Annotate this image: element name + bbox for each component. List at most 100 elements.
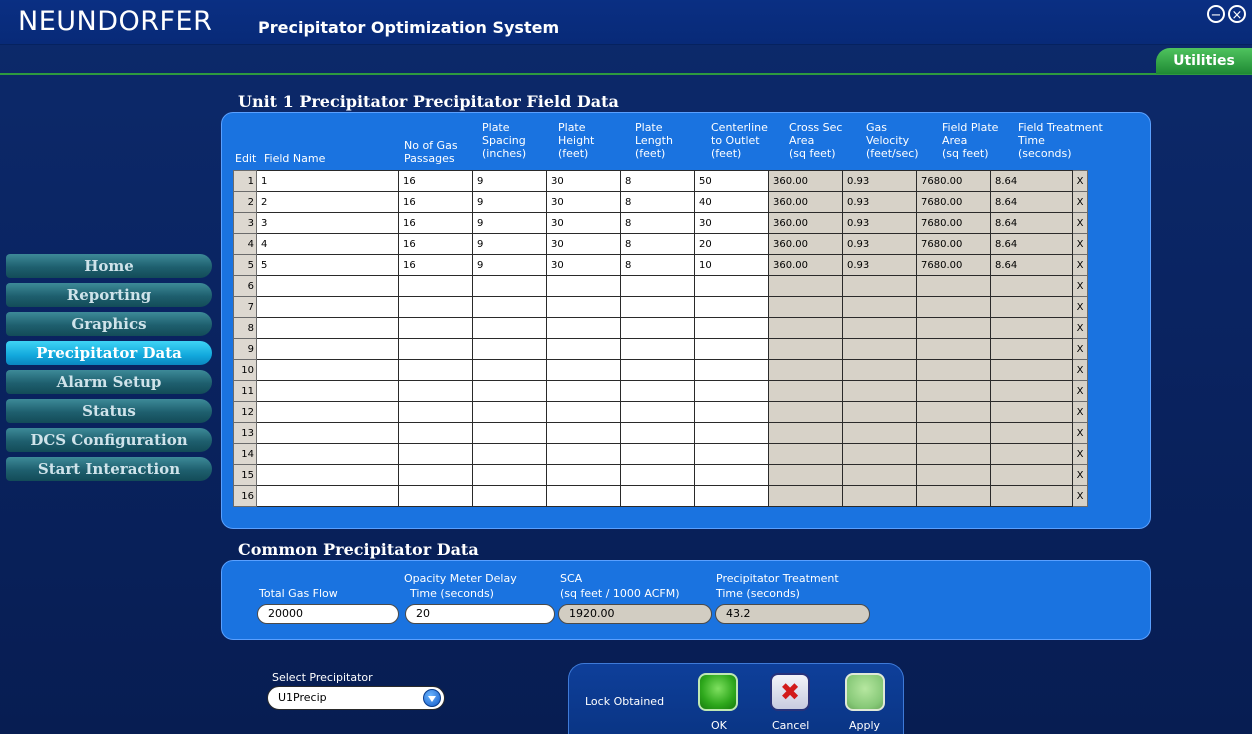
cell-name[interactable] <box>256 359 399 381</box>
cell-spacing[interactable] <box>472 359 547 381</box>
cell-name[interactable] <box>256 317 399 339</box>
cell-center[interactable]: 50 <box>694 170 769 192</box>
cell-height[interactable] <box>546 275 621 297</box>
row-edit-button[interactable]: 5 <box>233 254 257 276</box>
cell-length[interactable] <box>620 422 695 444</box>
cell-spacing[interactable]: 9 <box>472 212 547 234</box>
cell-spacing[interactable] <box>472 380 547 402</box>
sidebar-item-reporting[interactable]: Reporting <box>6 283 212 307</box>
delete-row-icon[interactable]: X <box>1072 443 1088 465</box>
cell-height[interactable]: 30 <box>546 254 621 276</box>
delete-row-icon[interactable]: X <box>1072 254 1088 276</box>
cell-length[interactable]: 8 <box>620 170 695 192</box>
cell-gas[interactable] <box>398 338 473 360</box>
row-edit-button[interactable]: 4 <box>233 233 257 255</box>
cell-length[interactable] <box>620 275 695 297</box>
cell-gas[interactable]: 16 <box>398 191 473 213</box>
cell-length[interactable] <box>620 338 695 360</box>
cell-gas[interactable] <box>398 380 473 402</box>
row-edit-button[interactable]: 1 <box>233 170 257 192</box>
cell-center[interactable] <box>694 485 769 507</box>
cell-name[interactable]: 5 <box>256 254 399 276</box>
cell-center[interactable] <box>694 317 769 339</box>
cell-spacing[interactable] <box>472 317 547 339</box>
cell-height[interactable]: 30 <box>546 212 621 234</box>
delete-row-icon[interactable]: X <box>1072 275 1088 297</box>
cell-height[interactable] <box>546 443 621 465</box>
cell-length[interactable]: 8 <box>620 233 695 255</box>
cell-height[interactable] <box>546 485 621 507</box>
cell-height[interactable] <box>546 380 621 402</box>
cell-height[interactable] <box>546 401 621 423</box>
row-edit-button[interactable]: 12 <box>233 401 257 423</box>
delete-row-icon[interactable]: X <box>1072 401 1088 423</box>
cell-name[interactable] <box>256 338 399 360</box>
row-edit-button[interactable]: 15 <box>233 464 257 486</box>
cell-spacing[interactable] <box>472 401 547 423</box>
cell-length[interactable]: 8 <box>620 212 695 234</box>
minimize-icon[interactable]: − <box>1207 5 1225 23</box>
cell-spacing[interactable] <box>472 275 547 297</box>
cell-name[interactable]: 2 <box>256 191 399 213</box>
row-edit-button[interactable]: 11 <box>233 380 257 402</box>
row-edit-button[interactable]: 3 <box>233 212 257 234</box>
ok-button[interactable] <box>698 673 738 711</box>
cell-gas[interactable] <box>398 359 473 381</box>
chevron-down-icon[interactable] <box>423 689 441 707</box>
cell-center[interactable] <box>694 359 769 381</box>
cell-height[interactable] <box>546 338 621 360</box>
row-edit-button[interactable]: 10 <box>233 359 257 381</box>
cell-center[interactable] <box>694 401 769 423</box>
delete-row-icon[interactable]: X <box>1072 191 1088 213</box>
row-edit-button[interactable]: 2 <box>233 191 257 213</box>
row-edit-button[interactable]: 8 <box>233 317 257 339</box>
delete-row-icon[interactable]: X <box>1072 296 1088 318</box>
cell-center[interactable] <box>694 443 769 465</box>
cell-name[interactable] <box>256 275 399 297</box>
cell-length[interactable] <box>620 380 695 402</box>
cell-name[interactable]: 1 <box>256 170 399 192</box>
cell-length[interactable] <box>620 359 695 381</box>
cell-length[interactable]: 8 <box>620 191 695 213</box>
delete-row-icon[interactable]: X <box>1072 485 1088 507</box>
cell-length[interactable] <box>620 464 695 486</box>
cell-length[interactable] <box>620 485 695 507</box>
sidebar-item-start-interaction[interactable]: Start Interaction <box>6 457 212 481</box>
cancel-button[interactable]: ✖ <box>770 673 810 711</box>
cell-spacing[interactable] <box>472 338 547 360</box>
cell-center[interactable]: 30 <box>694 212 769 234</box>
cell-name[interactable] <box>256 464 399 486</box>
utilities-tab[interactable]: Utilities <box>1156 48 1252 74</box>
cell-center[interactable] <box>694 464 769 486</box>
cell-gas[interactable] <box>398 464 473 486</box>
row-edit-button[interactable]: 16 <box>233 485 257 507</box>
cell-gas[interactable] <box>398 422 473 444</box>
sidebar-item-dcs-configuration[interactable]: DCS Configuration <box>6 428 212 452</box>
cell-height[interactable] <box>546 359 621 381</box>
cell-length[interactable] <box>620 401 695 423</box>
cell-name[interactable]: 3 <box>256 212 399 234</box>
cell-spacing[interactable] <box>472 296 547 318</box>
cell-height[interactable] <box>546 296 621 318</box>
cell-spacing[interactable] <box>472 464 547 486</box>
delete-row-icon[interactable]: X <box>1072 464 1088 486</box>
cell-length[interactable] <box>620 296 695 318</box>
sidebar-item-home[interactable]: Home <box>6 254 212 278</box>
cell-center[interactable] <box>694 296 769 318</box>
cell-center[interactable] <box>694 275 769 297</box>
cell-length[interactable] <box>620 443 695 465</box>
cell-height[interactable]: 30 <box>546 233 621 255</box>
cell-height[interactable] <box>546 317 621 339</box>
cell-gas[interactable] <box>398 401 473 423</box>
cell-gas[interactable] <box>398 443 473 465</box>
sidebar-item-status[interactable]: Status <box>6 399 212 423</box>
delete-row-icon[interactable]: X <box>1072 359 1088 381</box>
cell-spacing[interactable]: 9 <box>472 170 547 192</box>
cell-spacing[interactable] <box>472 443 547 465</box>
row-edit-button[interactable]: 13 <box>233 422 257 444</box>
row-edit-button[interactable]: 9 <box>233 338 257 360</box>
row-edit-button[interactable]: 14 <box>233 443 257 465</box>
cell-gas[interactable] <box>398 296 473 318</box>
cell-spacing[interactable]: 9 <box>472 191 547 213</box>
cell-gas[interactable]: 16 <box>398 170 473 192</box>
